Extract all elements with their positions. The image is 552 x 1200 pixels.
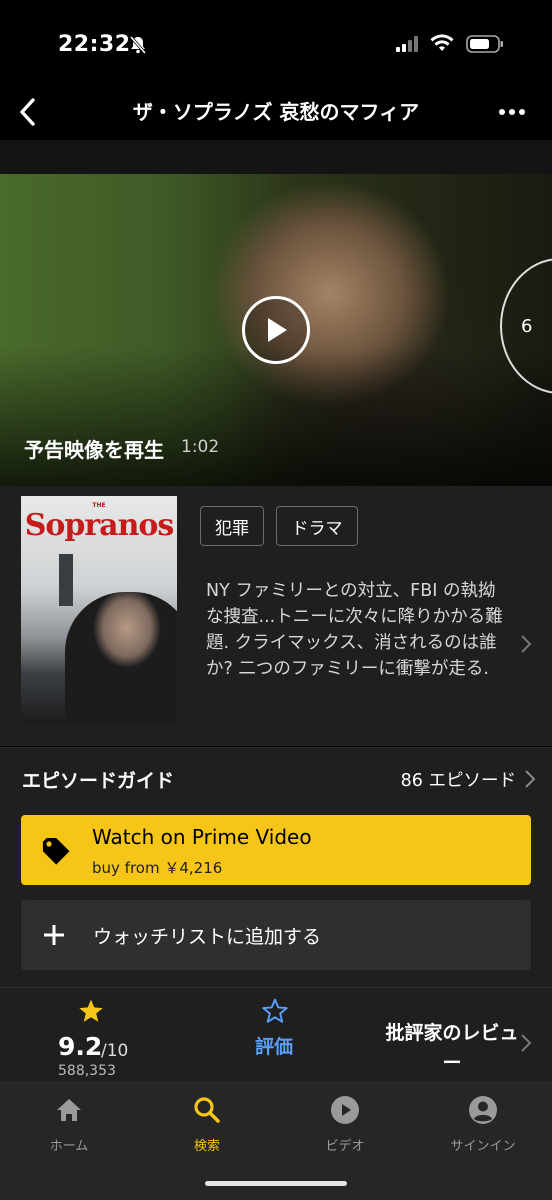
critic-reviews-link[interactable]: 批評家のレビュー xyxy=(384,1018,520,1078)
signal-icon xyxy=(396,36,422,56)
tab-search[interactable]: 検索 xyxy=(138,1093,276,1154)
imdb-rating-outof: /10 xyxy=(101,1041,129,1061)
watch-on-prime-button[interactable]: Watch on Prime Video buy from ￥4,216 xyxy=(21,815,531,885)
rating-count: 588,353 xyxy=(58,1063,116,1079)
tab-video[interactable]: ビデオ xyxy=(276,1093,414,1154)
next-video-number: 6 xyxy=(521,316,533,337)
play-trailer-button[interactable] xyxy=(242,296,310,364)
tab-home-label: ホーム xyxy=(49,1139,89,1154)
plus-icon xyxy=(43,924,65,950)
episode-guide-title: エピソードガイド xyxy=(22,770,175,792)
imdb-rating-score: 9.2 xyxy=(58,1032,103,1061)
trailer-duration: 1:02 xyxy=(181,437,220,457)
more-options-button[interactable] xyxy=(492,92,532,132)
battery-icon xyxy=(466,35,504,57)
search-icon xyxy=(138,1093,276,1127)
hero-shade xyxy=(0,346,552,486)
synopsis-text[interactable]: NY ファミリーとの対立、FBI の執拗な捜査...トニーに次々に降りかかる難題… xyxy=(206,578,506,682)
status-bar: 22:32 xyxy=(0,0,552,88)
price-tag-icon xyxy=(41,837,73,871)
wifi-icon xyxy=(430,34,454,56)
title-info-section: THE Sopranos 犯罪 ドラマ NY ファミリーとの対立、FBI の執拗… xyxy=(0,486,552,746)
nav-bar: ザ・ソプラノズ 哀愁のマフィア xyxy=(0,88,552,140)
genre-chip-drama[interactable]: ドラマ xyxy=(276,506,358,546)
tab-video-label: ビデオ xyxy=(325,1139,365,1154)
tab-signin[interactable]: サインイン xyxy=(414,1093,552,1154)
more-dots-icon xyxy=(499,109,525,115)
play-circle-icon xyxy=(276,1093,414,1127)
divider-strip xyxy=(0,140,552,174)
rating-row: 9.2 /10 588,353 評価 批評家のレビュー xyxy=(0,987,552,1081)
page-title: ザ・ソプラノズ 哀愁のマフィア xyxy=(132,100,420,124)
prime-price: buy from ￥4,216 xyxy=(92,859,223,877)
play-icon xyxy=(268,318,287,342)
tab-signin-label: サインイン xyxy=(450,1139,516,1154)
trailer-label[interactable]: 予告映像を再生 xyxy=(24,434,164,463)
status-time: 22:32 xyxy=(58,32,131,57)
add-to-watchlist-button[interactable]: ウォッチリストに追加する xyxy=(21,900,531,970)
episode-count: 86 エピソード xyxy=(400,771,516,791)
chevron-right-icon xyxy=(520,634,532,658)
account-icon xyxy=(414,1093,552,1127)
poster-logo: Sopranos xyxy=(24,508,175,543)
bell-muted-icon xyxy=(128,35,148,59)
actions-section: Watch on Prime Video buy from ￥4,216 ウォッ… xyxy=(0,807,552,987)
tab-search-label: 検索 xyxy=(193,1139,220,1154)
home-indicator[interactable] xyxy=(205,1181,347,1186)
chevron-right-icon xyxy=(520,1033,532,1057)
watchlist-label: ウォッチリストに追加する xyxy=(93,926,322,948)
poster-statue-shape xyxy=(59,554,73,606)
poster-image[interactable]: THE Sopranos xyxy=(21,496,177,724)
rate-button[interactable]: 評価 xyxy=(255,1032,293,1059)
star-filled-icon xyxy=(78,998,104,1028)
chevron-right-icon xyxy=(524,769,536,793)
home-icon xyxy=(0,1093,138,1127)
episode-guide-row[interactable]: エピソードガイド 86 エピソード xyxy=(0,747,552,807)
back-button[interactable] xyxy=(8,92,48,132)
chevron-left-icon xyxy=(20,98,35,126)
genre-chip-crime[interactable]: 犯罪 xyxy=(200,506,264,546)
poster-portrait xyxy=(65,592,177,724)
tab-home[interactable]: ホーム xyxy=(0,1093,138,1154)
star-outline-icon[interactable] xyxy=(262,998,288,1028)
prime-title: Watch on Prime Video xyxy=(92,825,312,849)
